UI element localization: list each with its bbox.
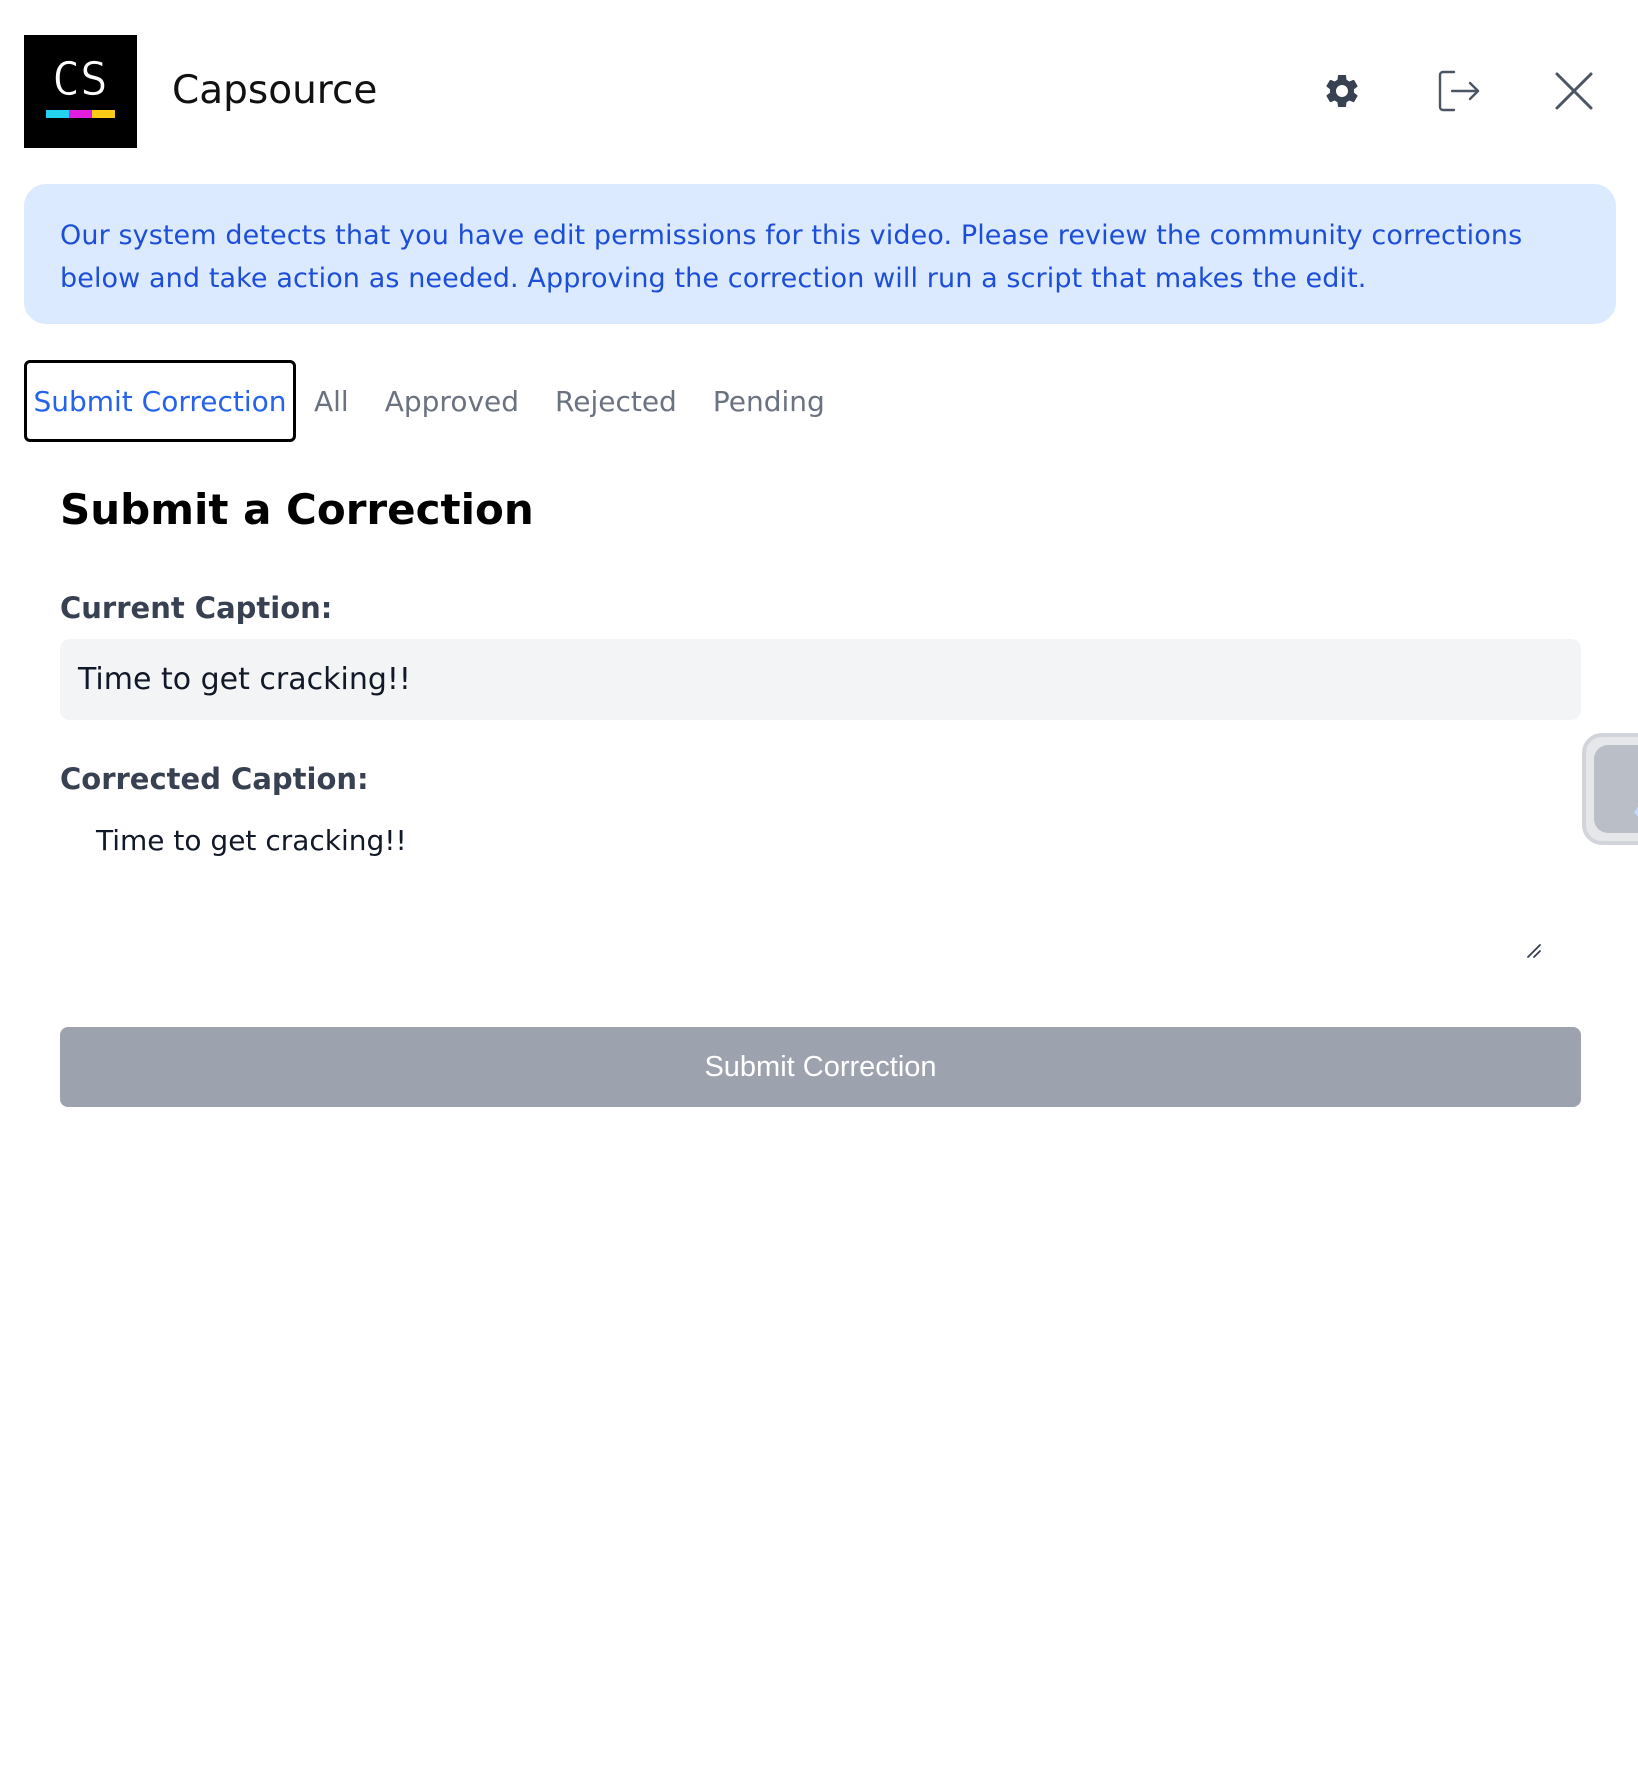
tab-bar: Submit Correction All Approved Rejected … [24, 360, 843, 442]
current-caption-value: Time to get cracking!! [60, 639, 1581, 720]
header: CS Capsource [24, 35, 1614, 148]
tab-approved[interactable]: Approved [367, 360, 537, 442]
current-caption-label: Current Caption: [60, 591, 333, 625]
tab-rejected[interactable]: Rejected [537, 360, 695, 442]
close-button[interactable] [1546, 63, 1602, 119]
form-title: Submit a Correction [60, 485, 534, 534]
banner-text: Our system detects that you have edit pe… [60, 220, 1523, 294]
settings-button[interactable] [1314, 63, 1370, 119]
resize-handle-icon[interactable] [1524, 941, 1544, 961]
tab-submit-correction[interactable]: Submit Correction [24, 360, 296, 442]
submit-correction-button[interactable]: Submit Correction [60, 1027, 1581, 1107]
corrected-caption-input[interactable]: Time to get cracking!! [60, 810, 1581, 980]
tab-pending[interactable]: Pending [695, 360, 843, 442]
gear-icon [1326, 74, 1358, 107]
logo-text: CS [52, 52, 107, 106]
pencil-icon [1634, 806, 1638, 817]
close-icon [1555, 72, 1593, 110]
capsource-logo: CS [24, 35, 137, 148]
app-title: Capsource [172, 68, 378, 113]
logout-icon [1438, 70, 1480, 112]
tab-all[interactable]: All [296, 360, 367, 442]
logout-button[interactable] [1430, 63, 1486, 119]
floating-side-widget[interactable] [1582, 733, 1638, 845]
extension-panel: CS Capsource Our system detects that you [0, 0, 1638, 1776]
corrected-caption-label: Corrected Caption: [60, 762, 369, 796]
permissions-banner: Our system detects that you have edit pe… [24, 184, 1616, 324]
